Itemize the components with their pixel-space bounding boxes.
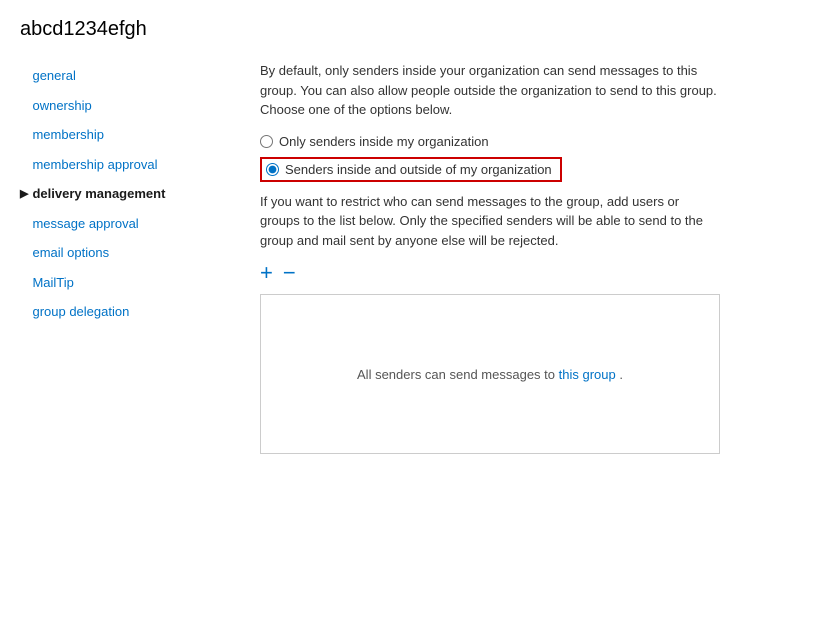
sidebar-item-delivery-management[interactable]: ▶delivery management: [20, 179, 240, 209]
arrow-icon: ▶: [20, 186, 28, 203]
sidebar-item-membership-approval[interactable]: ▶membership approval: [20, 150, 240, 180]
sidebar-item-label: MailTip: [32, 273, 73, 293]
radio-inside-label: Only senders inside my organization: [279, 134, 489, 149]
sidebar-item-label: ownership: [32, 96, 91, 116]
senders-box-text1: All senders can send messages to: [357, 367, 555, 382]
sidebar-item-label: message approval: [32, 214, 138, 234]
toolbar: + −: [260, 262, 791, 284]
sidebar-item-label: group delegation: [32, 302, 129, 322]
senders-box-link[interactable]: this group: [559, 367, 616, 382]
sidebar-item-general[interactable]: ▶general: [20, 61, 240, 91]
sidebar: ▶general▶ownership▶membership▶membership…: [0, 51, 240, 474]
radio-both[interactable]: [266, 163, 279, 176]
sidebar-item-membership[interactable]: ▶membership: [20, 120, 240, 150]
senders-box-text: All senders can send messages to this gr…: [357, 367, 623, 382]
sidebar-item-message-approval[interactable]: ▶message approval: [20, 209, 240, 239]
add-button[interactable]: +: [260, 262, 273, 284]
radio-both-label: Senders inside and outside of my organiz…: [285, 162, 552, 177]
radio-inside[interactable]: [260, 135, 273, 148]
sidebar-item-mailtip[interactable]: ▶MailTip: [20, 268, 240, 298]
page-title: abcd1234efgh: [0, 0, 821, 51]
sidebar-item-email-options[interactable]: ▶email options: [20, 238, 240, 268]
remove-button[interactable]: −: [283, 262, 296, 284]
sidebar-item-ownership[interactable]: ▶ownership: [20, 91, 240, 121]
radio-option-both[interactable]: Senders inside and outside of my organiz…: [260, 157, 791, 182]
sidebar-item-label: membership: [32, 125, 104, 145]
restrict-text: If you want to restrict who can send mes…: [260, 192, 720, 251]
senders-box-text2: .: [619, 367, 623, 382]
radio-both-highlighted: Senders inside and outside of my organiz…: [260, 157, 562, 182]
radio-option-inside[interactable]: Only senders inside my organization: [260, 134, 791, 149]
sidebar-item-label: delivery management: [32, 184, 165, 204]
sidebar-item-label: general: [32, 66, 75, 86]
main-content: By default, only senders inside your org…: [240, 51, 821, 474]
sidebar-item-label: membership approval: [32, 155, 157, 175]
senders-box: All senders can send messages to this gr…: [260, 294, 720, 454]
sidebar-item-label: email options: [32, 243, 109, 263]
sidebar-item-group-delegation[interactable]: ▶group delegation: [20, 297, 240, 327]
description-text: By default, only senders inside your org…: [260, 61, 720, 120]
